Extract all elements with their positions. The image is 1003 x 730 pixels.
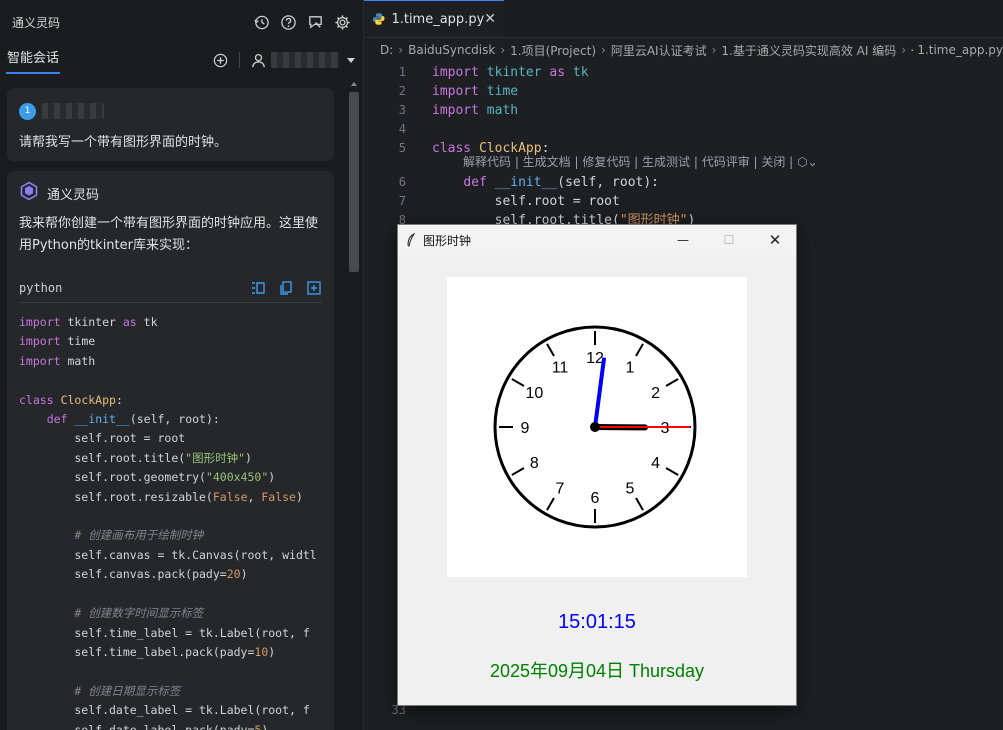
divider: [239, 52, 240, 68]
minimize-button[interactable]: —: [660, 225, 706, 255]
copy-icon[interactable]: [278, 280, 294, 296]
user-message: 请帮我写一个带有图形界面的时钟。: [19, 135, 228, 150]
breadcrumb: D: › BaiduSyncdisk › 1.项目(Project) › 阿里云AI认…: [380, 42, 1003, 59]
code-snippet: import tkinter as tk import time import …: [19, 315, 317, 730]
tab-chat[interactable]: 智能会话: [6, 44, 61, 76]
assistant-panel: 通义灵码 智能会话 1 请帮我写一个带有图形界面的时钟。 通义灵码 我来帮你创建…: [0, 0, 364, 730]
clock-number: 2: [651, 385, 660, 402]
clock-number: 6: [591, 490, 600, 507]
user-message-card: 1 请帮我写一个带有图形界面的时钟。: [7, 88, 334, 161]
panel-title: 通义灵码: [12, 15, 61, 30]
close-tab-icon[interactable]: ✕: [484, 11, 496, 27]
user-icon[interactable]: [249, 51, 267, 69]
clock-number: 9: [521, 420, 530, 437]
clock-window[interactable]: 图形时钟 — ☐ ✕ 12 1 2 3 4 5 6 7 8 9 10 11 15:01:15 2025…: [397, 224, 797, 706]
breadcrumb-item[interactable]: BaiduSyncdisk: [408, 43, 495, 57]
assistant-name: 通义灵码: [47, 187, 100, 203]
code-language: python: [19, 280, 63, 295]
clock-number: 1: [626, 359, 635, 376]
tab-label: 1.time_app.py: [391, 11, 485, 27]
help-icon[interactable]: [279, 13, 297, 31]
tongyi-logo-icon: [19, 181, 39, 205]
panel-tabs: 智能会话: [0, 44, 363, 76]
scroll-up-arrow[interactable]: [351, 82, 357, 86]
breadcrumb-item[interactable]: 1.time_app.py: [917, 43, 1003, 57]
tab-time-app[interactable]: 1.time_app.py ✕: [364, 0, 504, 37]
clock-number: 4: [651, 455, 660, 472]
maximize-button[interactable]: ☐: [706, 225, 752, 255]
codelens-actions[interactable]: 解释代码 | 生成文档 | 修复代码 | 生成测试 | 代码评审 | 关闭 | …: [463, 153, 818, 170]
breadcrumb-item[interactable]: 1.基于通义灵码实现高效 AI 编码: [721, 42, 896, 59]
close-button[interactable]: ✕: [752, 225, 798, 255]
clock-number: 7: [556, 481, 565, 498]
chat-settings-icon[interactable]: [306, 13, 324, 31]
tongyi-logo-icon: ⬡⌄: [797, 155, 818, 169]
python-file-icon: [372, 13, 385, 25]
clock-number: 5: [626, 481, 635, 498]
editor-tabbar: 1.time_app.py ✕: [364, 0, 1003, 38]
clock-number: 10: [525, 385, 543, 402]
chat-history: 1 请帮我写一个带有图形界面的时钟。 通义灵码 我来帮你创建一个带有图形界面的时…: [0, 80, 346, 730]
breadcrumb-item[interactable]: 阿里云AI认证考试: [611, 42, 707, 59]
clock-number: 3: [661, 420, 670, 437]
assistant-message-card: 通义灵码 我来帮你创建一个带有图形界面的时钟应用。这里使用Python的tkin…: [7, 171, 334, 730]
new-chat-icon[interactable]: [211, 51, 229, 69]
python-file-icon: [911, 49, 914, 51]
analog-clock: 121234567891011: [493, 325, 697, 529]
assistant-message: 我来帮你创建一个带有图形界面的时钟应用。这里使用Python的tkinter库来…: [19, 216, 319, 253]
clock-center: [590, 422, 600, 432]
scroll-thumb[interactable]: [349, 92, 359, 272]
history-icon[interactable]: [252, 13, 270, 31]
user-avatar: 1: [19, 102, 36, 120]
window-title: 图形时钟: [423, 233, 472, 248]
new-file-icon[interactable]: [306, 280, 322, 296]
clock-number: 8: [530, 455, 539, 472]
digital-time: 15:01:15: [558, 611, 636, 633]
feather-icon: [407, 233, 416, 247]
gear-icon[interactable]: [333, 13, 351, 31]
breadcrumb-item[interactable]: D:: [380, 43, 393, 57]
insert-code-icon[interactable]: [250, 280, 266, 296]
chevron-down-icon[interactable]: [347, 57, 355, 63]
account-name-redacted: [271, 52, 339, 68]
window-titlebar[interactable]: 图形时钟 — ☐ ✕: [398, 225, 796, 255]
chat-scrollbar[interactable]: [348, 80, 360, 730]
user-name-redacted: [42, 103, 104, 119]
breadcrumb-item[interactable]: 1.项目(Project): [510, 42, 596, 59]
code-block-header: python: [19, 273, 322, 303]
clock-number: 11: [552, 359, 569, 376]
clock-canvas: 12 1 2 3 4 5 6 7 8 9 10 11: [447, 277, 747, 577]
date-display: 2025年09月04日 Thursday: [489, 661, 705, 681]
panel-header: 通义灵码: [0, 0, 363, 44]
